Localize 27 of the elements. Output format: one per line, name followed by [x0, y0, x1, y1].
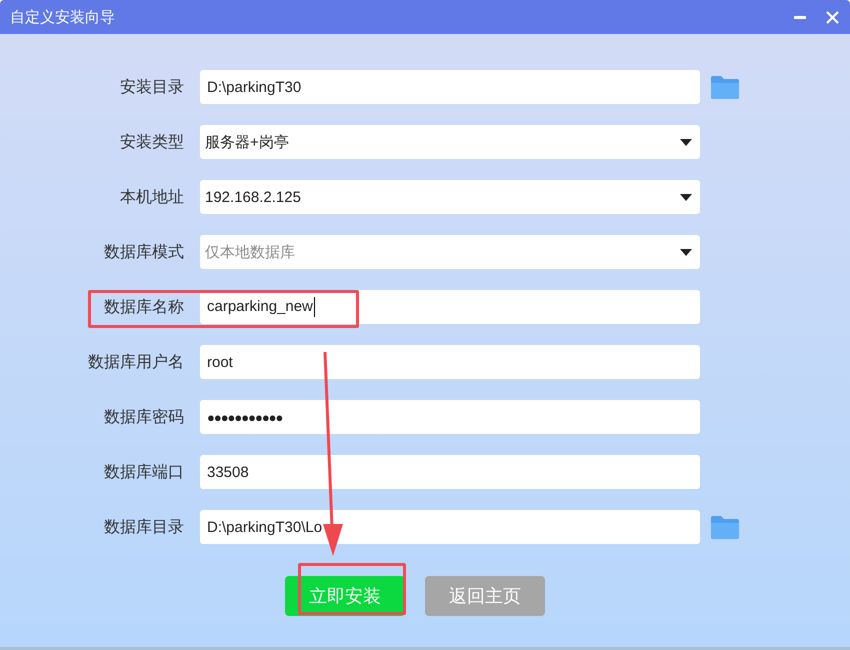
- field-label: 数据库目录: [104, 518, 184, 538]
- field-label: 数据库名称: [104, 298, 184, 318]
- folder-icon: [711, 516, 739, 538]
- close-button[interactable]: [824, 9, 840, 25]
- window-title: 自定义安装向导: [10, 8, 115, 26]
- folder-icon: [711, 76, 739, 98]
- dropdown-caret-icon: [680, 248, 692, 256]
- field-label: 安装类型: [120, 132, 184, 152]
- field-label: 本机地址: [120, 188, 184, 208]
- field-label: 数据库密码: [104, 408, 184, 428]
- path-field[interactable]: D:\parkingT30: [200, 70, 700, 104]
- password-field[interactable]: ●●●●●●●●●●●: [200, 400, 700, 434]
- field-label: 数据库用户名: [88, 352, 184, 372]
- dropdown-field[interactable]: 192.168.2.125: [200, 180, 700, 214]
- close-icon: [826, 10, 838, 24]
- text-field[interactable]: carparking_new: [200, 290, 700, 324]
- dropdown-field[interactable]: 服务器+岗亭: [200, 125, 700, 159]
- dropdown-caret-icon: [680, 194, 692, 200]
- text-field[interactable]: root: [200, 345, 700, 379]
- path-field[interactable]: D:\parkingT30\Lo: [200, 510, 700, 544]
- field-label: 安装目录: [120, 78, 184, 98]
- dropdown-caret-icon: [680, 138, 692, 146]
- browse-folder-button[interactable]: [711, 76, 739, 98]
- field-label: 数据库端口: [104, 462, 184, 482]
- minimize-icon: [794, 16, 806, 18]
- field-label: 数据库模式: [104, 242, 184, 262]
- text-field[interactable]: 33508: [200, 455, 700, 489]
